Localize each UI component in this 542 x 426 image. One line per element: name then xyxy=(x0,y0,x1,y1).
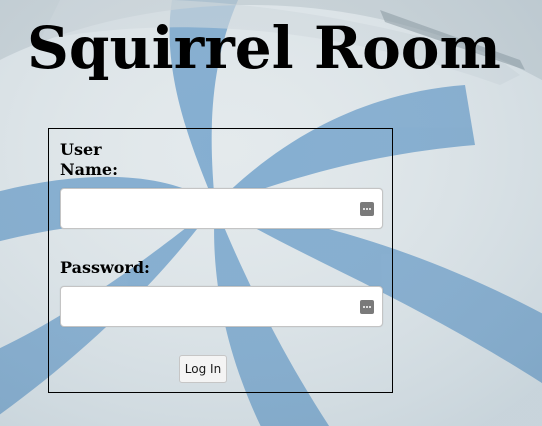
password-manager-key-icon[interactable] xyxy=(360,202,374,216)
password-input[interactable] xyxy=(61,287,351,326)
password-manager-key-icon[interactable] xyxy=(360,300,374,314)
username-input[interactable] xyxy=(61,189,351,228)
login-button[interactable]: Log In xyxy=(179,355,227,383)
username-label: User Name: xyxy=(60,140,119,179)
password-label: Password: xyxy=(60,258,150,277)
page-title: Squirrel Room xyxy=(27,14,501,82)
username-field[interactable] xyxy=(60,188,383,229)
password-field[interactable] xyxy=(60,286,383,327)
login-form: User Name: Password: Log In xyxy=(48,128,393,393)
